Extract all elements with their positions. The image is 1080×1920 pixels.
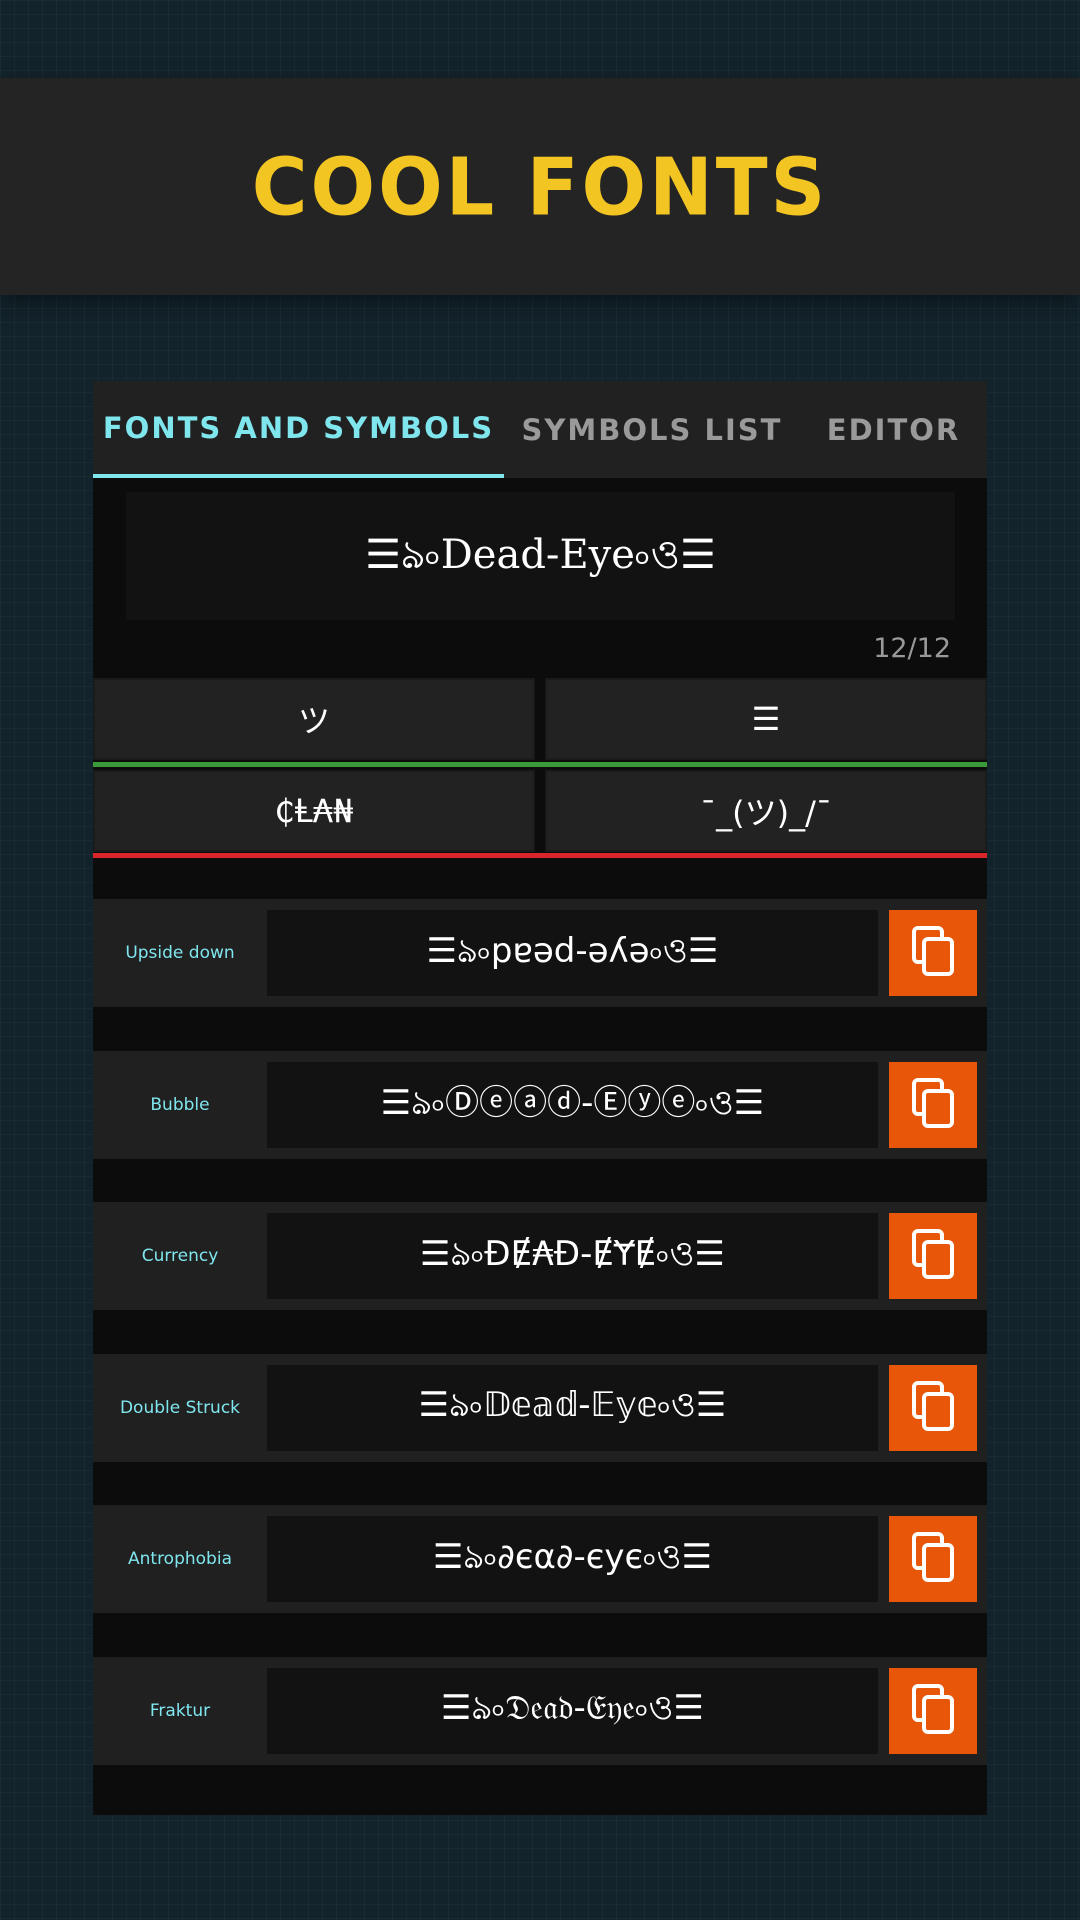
copy-icon <box>910 1683 956 1739</box>
copy-icon <box>910 1077 956 1133</box>
copy-button[interactable] <box>889 1364 977 1451</box>
symbol-button[interactable]: ₵Ⱡ₳₦ <box>93 770 535 852</box>
font-preview-text[interactable]: ☰ঌ৹ĐɆ₳Đ-ɆɎɆ৹ও☰ <box>267 1213 878 1299</box>
font-row: Fraktur ☰ঌ৹𝔇𝔢𝔞𝔡-𝔈𝔶𝔢৹ও☰ <box>93 1656 987 1765</box>
symbol-button[interactable]: ☰ <box>545 678 987 760</box>
font-style-label: Antrophobia <box>128 1549 232 1569</box>
tab-symbols-list[interactable]: SYMBOLS LIST <box>504 381 800 478</box>
divider-red <box>93 853 987 858</box>
app-title: COOL FONTS <box>251 139 829 234</box>
copy-icon <box>910 1228 956 1284</box>
tab-fonts-and-symbols[interactable]: FONTS AND SYMBOLS <box>93 381 504 478</box>
main-panel: FONTS AND SYMBOLS SYMBOLS LIST EDITOR ☰ঌ… <box>93 381 987 1815</box>
font-preview-text[interactable]: ☰ঌ৹𝔇𝔢𝔞𝔡-𝔈𝔶𝔢৹ও☰ <box>267 1667 878 1754</box>
font-style-label: Upside down <box>125 943 235 963</box>
font-row: Antrophobia ☰ঌ৹∂єα∂-єує৹ও☰ <box>93 1505 987 1613</box>
font-style-label: Double Struck <box>119 1397 241 1418</box>
copy-button[interactable] <box>889 1213 977 1299</box>
font-style-label: Fraktur <box>149 1700 211 1721</box>
copy-button[interactable] <box>889 1516 977 1602</box>
font-style-label: Currency <box>141 1246 219 1266</box>
font-preview-text[interactable]: ☰ঌ৹pɐǝd-ǝʎǝ৹ও☰ <box>267 910 878 996</box>
copy-icon <box>910 1380 956 1436</box>
tab-editor[interactable]: EDITOR <box>800 381 987 478</box>
symbol-grid: ツ ☰ ₵Ⱡ₳₦ ¯_(ツ)_/¯ <box>93 678 987 865</box>
symbol-button[interactable]: ツ <box>93 678 535 760</box>
font-style-label: Bubble <box>150 1094 210 1115</box>
font-preview-text[interactable]: ☰ঌ৹∂єα∂-єує৹ও☰ <box>267 1516 878 1602</box>
header-banner: COOL FONTS <box>0 78 1080 295</box>
font-row: Upside down ☰ঌ৹pɐǝd-ǝʎǝ৹ও☰ <box>93 899 987 1007</box>
font-preview-text[interactable]: ☰ঌ৹𝔻𝕖𝕒𝕕-𝔼𝕪𝕖৹ও☰ <box>267 1364 878 1451</box>
font-row: Double Struck ☰ঌ৹𝔻𝕖𝕒𝕕-𝔼𝕪𝕖৹ও☰ <box>93 1353 987 1462</box>
symbol-button[interactable]: ¯_(ツ)_/¯ <box>545 770 987 852</box>
font-preview-text[interactable]: ☰ঌ৹Ⓓⓔⓐⓓ-Ⓔⓨⓔ৹ও☰ <box>267 1061 878 1148</box>
tab-bar: FONTS AND SYMBOLS SYMBOLS LIST EDITOR <box>93 381 987 478</box>
copy-icon <box>910 925 956 981</box>
symbol-counter: 12/12 <box>873 633 951 664</box>
font-row: Bubble ☰ঌ৹Ⓓⓔⓐⓓ-Ⓔⓨⓔ৹ও☰ <box>93 1050 987 1159</box>
divider-green <box>93 762 987 767</box>
copy-button[interactable] <box>889 1667 977 1754</box>
copy-icon <box>910 1531 956 1587</box>
copy-button[interactable] <box>889 1061 977 1148</box>
font-row: Currency ☰ঌ৹ĐɆ₳Đ-ɆɎɆ৹ও☰ <box>93 1202 987 1310</box>
copy-button[interactable] <box>889 910 977 996</box>
preview-text[interactable]: ☰ঌ৹Dead-Eye৹ও☰ <box>126 492 955 620</box>
